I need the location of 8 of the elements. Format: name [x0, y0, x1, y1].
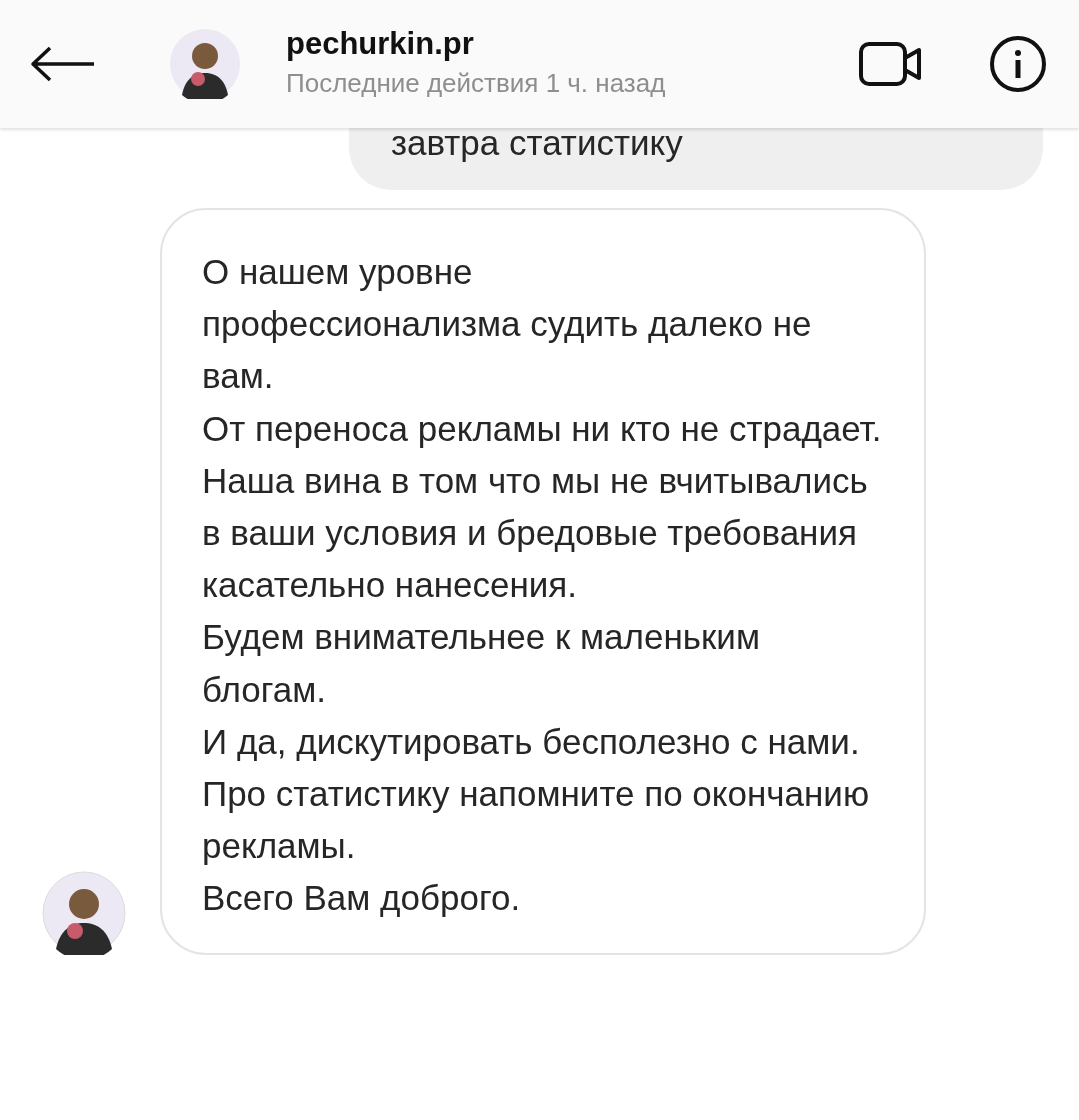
received-message: О нашем уровне профессионализма судить далеко не вам. От переноса рекламы ни кто не страдает. Наша вина в том что мы не вчитывались в ваши условия и бредовые требования касательно нанесения. Будем внимательнее к маленьким блогам. И да, дискутировать бесполезно с нами. Про статистику напомните по окончанию рекламы. Всего Вам доброго.: [160, 208, 926, 955]
username[interactable]: pechurkin.pr: [286, 25, 859, 62]
activity-status: Последние действия 1 ч. назад: [286, 67, 667, 99]
sent-message: завтра статистику: [349, 128, 1043, 190]
video-call-icon[interactable]: [859, 42, 923, 86]
info-icon[interactable]: [989, 35, 1047, 93]
avatar[interactable]: [170, 29, 240, 99]
back-arrow-icon[interactable]: [30, 46, 96, 82]
